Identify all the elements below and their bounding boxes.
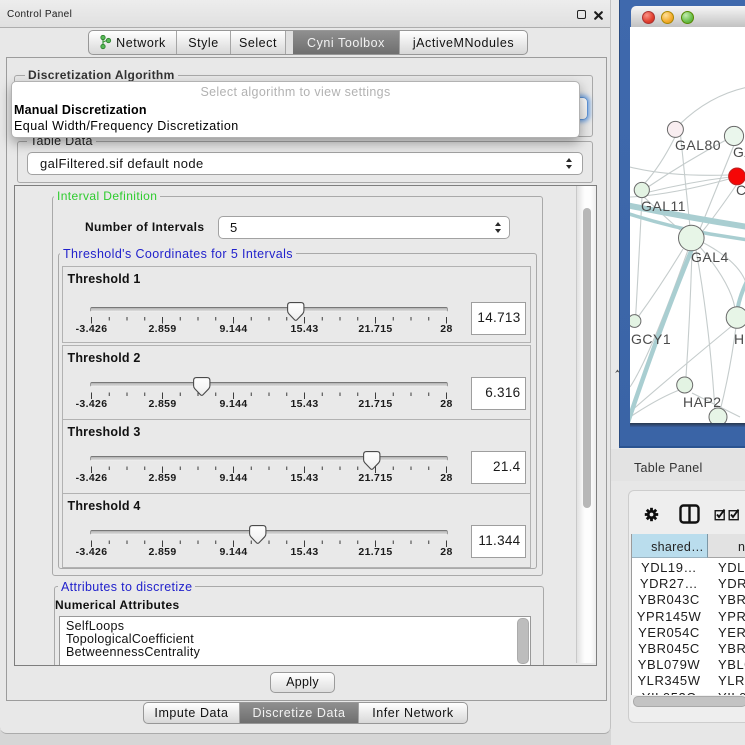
svg-text:GAL11: GAL11 — [641, 198, 686, 214]
svg-text:GCY1: GCY1 — [631, 331, 671, 347]
svg-text:H: H — [734, 331, 745, 347]
svg-text:GAL80: GAL80 — [675, 137, 721, 153]
svg-text:GAL4: GAL4 — [691, 249, 729, 265]
svg-text:GA: GA — [733, 144, 745, 160]
svg-text:HAP2: HAP2 — [683, 394, 722, 410]
svg-text:C: C — [736, 182, 745, 198]
